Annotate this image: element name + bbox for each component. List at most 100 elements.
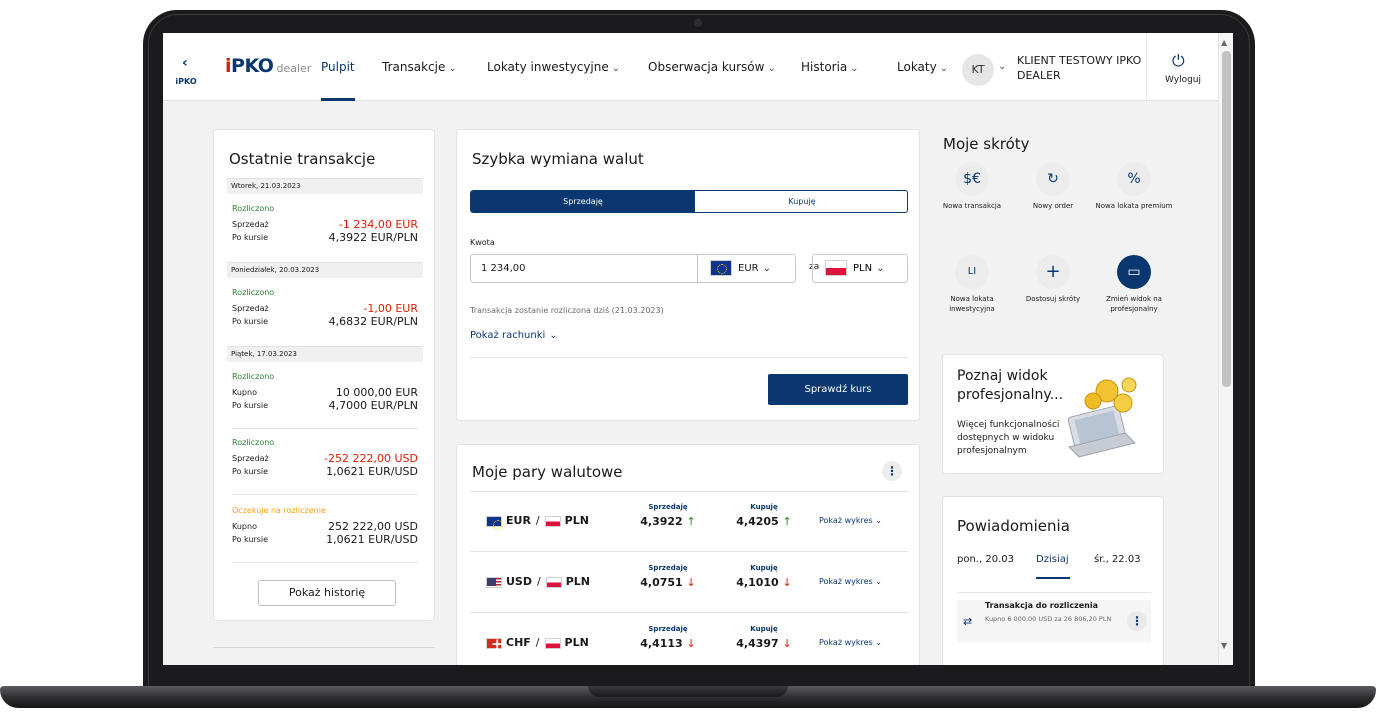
buy-option[interactable]: Kupuję bbox=[695, 191, 907, 212]
scroll-up-arrow-icon[interactable]: ▲ bbox=[1221, 38, 1227, 47]
recent-transactions-card: Ostatnie transakcje Wtorek, 21.03.2023 R… bbox=[213, 129, 435, 621]
scroll-down-arrow-icon[interactable]: ▼ bbox=[1221, 641, 1227, 650]
arrow-up-icon: ↑ bbox=[782, 515, 792, 528]
amount-input[interactable]: 1 234,00 EUR ⌄ bbox=[470, 254, 796, 283]
sell-option[interactable]: Sprzedaję bbox=[471, 191, 695, 212]
back-to-ipko-button[interactable]: ‹ iPKO bbox=[163, 33, 209, 101]
professional-view-promo[interactable]: Poznaj widok profesjonalny... Więcej fun… bbox=[942, 354, 1164, 474]
show-chart-link[interactable]: Pokaż wykres ⌄ bbox=[819, 577, 882, 586]
page-scrollbar[interactable]: ▲ ▼ bbox=[1218, 33, 1233, 665]
nav-lokaty-inwestycyjne[interactable]: Lokaty inwestycyjne ⌄ bbox=[487, 33, 620, 101]
chevron-down-icon: ⌄ bbox=[876, 263, 885, 274]
laptop-notch bbox=[588, 686, 788, 697]
buy-rate: Kupuję 4,1010 ↓ bbox=[736, 564, 792, 589]
monitor-icon: ▭ bbox=[1117, 255, 1151, 289]
us-flag-icon bbox=[486, 576, 502, 588]
shortcut-customize[interactable]: + Dostosuj skróty bbox=[1013, 255, 1093, 304]
shortcut-new-transaction[interactable]: $€ Nowa transakcja bbox=[932, 162, 1012, 211]
chevron-down-icon: ⌄ bbox=[850, 63, 859, 74]
arrow-up-icon: ↑ bbox=[686, 515, 696, 528]
arrow-down-icon: ↓ bbox=[686, 576, 696, 589]
to-currency-select[interactable]: PLN ⌄ bbox=[812, 254, 908, 283]
top-header: ‹ iPKO iPKO dealer Pulpit Transakcje ⌄ Lok… bbox=[163, 33, 1218, 101]
chevron-down-icon[interactable]: ⌄ bbox=[998, 61, 1006, 72]
sell-rate: Sprzedaję 4,3922 ↑ bbox=[640, 503, 696, 528]
transaction-item[interactable]: Rozliczono Sprzedaż -1 234,00 EUR Po kurs… bbox=[232, 204, 418, 244]
nav-lokaty[interactable]: Lokaty ⌄ bbox=[897, 33, 948, 101]
tab-previous-day[interactable]: pon., 20.03 bbox=[957, 554, 1014, 565]
screen: ‹ iPKO iPKO dealer Pulpit Transakcje ⌄ Lok… bbox=[163, 33, 1233, 665]
chevron-down-icon: ⌄ bbox=[549, 330, 558, 341]
divider bbox=[213, 647, 435, 648]
shortcut-switch-professional[interactable]: ▭ Zmień widok na profesjonalny bbox=[1094, 255, 1174, 314]
nav-transakcje[interactable]: Transakcje ⌄ bbox=[382, 33, 457, 101]
user-name[interactable]: KLIENT TESTOWY IPKO DEALER bbox=[1017, 53, 1147, 83]
pl-flag-icon bbox=[544, 637, 561, 649]
currency-exchange-icon: $€ bbox=[955, 162, 989, 196]
pl-flag-icon bbox=[825, 260, 847, 276]
pair-name: EUR / PLN bbox=[486, 514, 589, 530]
transaction-item[interactable]: Rozliczono Kupno 10 000,00 EUR Po kursie 4… bbox=[232, 372, 418, 412]
chevron-down-icon: ⌄ bbox=[762, 263, 771, 274]
laptop-coins-illustration bbox=[1067, 377, 1137, 458]
tab-today[interactable]: Dzisiaj bbox=[1036, 554, 1069, 565]
notifications-title: Powiadomienia bbox=[957, 517, 1070, 535]
ch-flag-icon bbox=[486, 635, 504, 653]
webcam bbox=[694, 19, 702, 27]
check-rate-button[interactable]: Sprawdź kurs bbox=[768, 374, 908, 405]
divider bbox=[470, 357, 908, 358]
notifications-card: Powiadomienia pon., 20.03 Dzisiaj śr., 2… bbox=[942, 496, 1164, 665]
plus-icon: + bbox=[1036, 255, 1070, 289]
settlement-note: Transakcja zostanie rozliczona dziś (21.… bbox=[470, 306, 664, 315]
amount-label: Kwota bbox=[470, 238, 495, 247]
pl-flag-icon bbox=[544, 515, 561, 527]
nav-obserwacja-kursow[interactable]: Obserwacja kursów ⌄ bbox=[648, 33, 776, 101]
user-avatar[interactable]: KT bbox=[962, 54, 994, 86]
scroll-thumb[interactable] bbox=[1222, 51, 1231, 387]
currency-pair-row: EUR / PLN Sprzedaję 4,3922 ↑ Kupuję 4,4205 ↑… bbox=[470, 492, 908, 552]
chevron-down-icon: ⌄ bbox=[875, 577, 882, 586]
currency-pair-row: CHF/PLN Sprzedaję4,4113 ↓ Kupuję4,4397 ↓… bbox=[470, 614, 908, 665]
pair-name: USD / PLN bbox=[486, 575, 590, 588]
divider bbox=[232, 562, 418, 563]
investment-deposit-icon: LI bbox=[955, 255, 989, 289]
exchange-icon: ⇄ bbox=[963, 615, 973, 628]
show-chart-link[interactable]: Pokaż wykres ⌄ bbox=[819, 516, 882, 525]
transaction-item[interactable]: Rozliczono Sprzedaż -1,00 EUR Po kursie 4,… bbox=[232, 288, 418, 328]
show-accounts-link[interactable]: Pokaż rachunki ⌄ bbox=[470, 330, 558, 341]
nav-historia[interactable]: Historia ⌄ bbox=[801, 33, 859, 101]
pl-flag-icon bbox=[545, 576, 562, 588]
order-icon: ↻ bbox=[1036, 162, 1070, 196]
shortcut-new-investment-deposit[interactable]: LI Nowa lokata inwestycyjna bbox=[932, 255, 1012, 314]
show-history-button[interactable]: Pokaż historię bbox=[258, 580, 396, 606]
back-label: iPKO bbox=[175, 77, 197, 86]
quick-exchange-title: Szybka wymiana walut bbox=[472, 150, 644, 168]
tab-next-day[interactable]: śr., 22.03 bbox=[1094, 554, 1141, 565]
eu-flag-icon bbox=[710, 260, 732, 276]
shortcut-new-order[interactable]: ↻ Nowy order bbox=[1013, 162, 1093, 211]
buy-rate: Kupuję 4,4205 ↑ bbox=[736, 503, 792, 528]
sell-buy-toggle: Sprzedaję Kupuję bbox=[470, 190, 908, 213]
day-header: Poniedziałek, 20.03.2023 bbox=[227, 262, 423, 278]
transaction-item[interactable]: Rozliczono Sprzedaż -252 222,00 USD Po ku… bbox=[232, 438, 418, 478]
currency-pair-row: USD / PLN Sprzedaję 4,0751 ↓ Kupuję 4,1010 ↓… bbox=[470, 553, 908, 613]
from-currency-select[interactable]: EUR ⌄ bbox=[697, 255, 796, 282]
quick-exchange-card: Szybka wymiana walut Sprzedaję Kupuję Kw… bbox=[456, 129, 920, 421]
transaction-item[interactable]: Oczekuje na rozliczenie Kupno 252 222,00 … bbox=[232, 506, 418, 546]
chevron-down-icon: ⌄ bbox=[767, 63, 776, 74]
recent-transactions-title: Ostatnie transakcje bbox=[229, 150, 376, 168]
more-options-icon[interactable]: ⋮ bbox=[882, 461, 902, 481]
sell-rate: Sprzedaję 4,4113 ↓ bbox=[640, 625, 696, 650]
notification-item[interactable]: ⇄ Transakcja do rozliczenia Kupno 6 000,… bbox=[957, 600, 1151, 642]
chevron-down-icon: ⌄ bbox=[448, 63, 457, 74]
shortcuts-title: Moje skróty bbox=[943, 135, 1030, 153]
ipko-dealer-logo[interactable]: iPKO dealer bbox=[225, 55, 311, 77]
chevron-left-icon: ‹ bbox=[182, 55, 188, 71]
eu-flag-icon bbox=[486, 515, 503, 530]
more-options-icon[interactable]: ⋮ bbox=[1127, 611, 1147, 631]
show-chart-link[interactable]: Pokaż wykres ⌄ bbox=[819, 638, 882, 647]
logout-button[interactable]: ⏻ Wyloguj bbox=[1146, 33, 1218, 101]
logout-label: Wyloguj bbox=[1165, 75, 1201, 85]
shortcut-new-premium-deposit[interactable]: % Nowa lokata premium bbox=[1094, 162, 1174, 211]
nav-pulpit[interactable]: Pulpit bbox=[321, 33, 355, 101]
